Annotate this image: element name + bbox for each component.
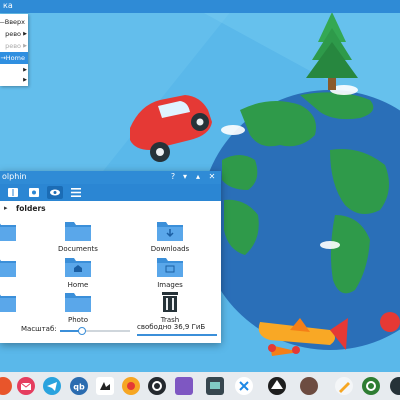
folder-label: Downloads [150,245,190,253]
folder-item[interactable] [0,255,33,291]
folder-item-photo[interactable]: Photo [48,290,108,326]
trash-icon [162,292,178,312]
breadcrumb: ▸ folders [0,202,221,216]
top-panel: ка [0,0,400,13]
folder-item-downloads[interactable]: Downloads [140,219,200,255]
zoom-label: Масштаб: [21,325,57,333]
folder-icon [0,259,16,277]
qbittorrent-icon[interactable]: qb [70,377,88,395]
inkscape-icon[interactable] [268,377,286,395]
folder-item-documents[interactable]: Documents [48,219,108,255]
submenu-arrow-icon: ▶ [23,77,27,83]
folder-item-images[interactable]: Images [140,255,200,291]
menu-item-tree[interactable]: рево ▶ [0,28,28,40]
split-icon [8,188,18,197]
window-titlebar[interactable]: olphin ? ▾ ▴ ✕ [0,171,221,184]
menu-item-label: —Вверх [0,18,25,26]
maximize-button[interactable]: ▴ [193,172,203,181]
folder-label: Home [67,281,89,289]
folder-documents-icon [65,222,91,241]
folder-item[interactable] [0,290,33,326]
folder-icon [65,293,91,312]
firefox-icon[interactable] [0,377,12,395]
folder-label: Images [157,281,183,289]
settings-icon[interactable] [362,377,380,395]
help-button[interactable]: ? [168,172,178,181]
menu-item-label: →Home [0,54,25,62]
free-space-text: свободно 36,9 ГиБ [137,323,206,331]
folder-item[interactable] [0,219,33,255]
kdeconnect-icon[interactable] [235,377,253,395]
github-icon[interactable] [148,377,166,395]
taskbar: qb [0,372,400,400]
status-bar: Масштаб: свободно 36,9 ГиБ [0,322,221,340]
folder-images-icon [157,258,183,277]
close-button[interactable]: ✕ [207,172,217,181]
menu-button[interactable] [68,186,84,199]
zoom-slider-handle[interactable] [78,327,87,335]
menu-item-label: рево [5,42,21,50]
chevron-right-icon[interactable]: ▸ [4,204,8,212]
menu-item-label: рево [5,30,21,38]
submenu-arrow-icon: ▶ [23,31,27,37]
folder-icon [0,294,16,312]
submenu-arrow-icon: ▶ [23,43,27,49]
folder-icon [0,223,16,241]
top-panel-title: ка [3,1,13,10]
free-space-bar [137,334,217,336]
hamburger-icon [71,188,81,197]
system-monitor-icon[interactable] [206,377,224,395]
free-space-indicator: свободно 36,9 ГиБ [137,323,217,336]
image-icon [29,188,39,197]
file-manager-window: olphin ? ▾ ▴ ✕ ▸ folders Documents Downl… [0,171,221,343]
split-view-button[interactable] [5,186,21,199]
mail-icon[interactable] [17,377,35,395]
trash-item[interactable]: Trash [140,290,200,326]
menu-item-up[interactable]: —Вверх [0,16,28,28]
telegram-icon[interactable] [43,377,61,395]
folder-downloads-icon [157,222,183,241]
folder-label: Documents [58,245,98,253]
menu-item-6[interactable]: ▶ [0,74,28,86]
gimp-icon[interactable] [300,377,318,395]
breadcrumb-current[interactable]: folders [16,204,46,213]
menu-item-tree-disabled: рево ▶ [0,40,28,52]
photo-viewer-icon[interactable] [96,377,114,395]
menu-item-home[interactable]: →Home [0,52,28,64]
svg-text:qb: qb [73,383,85,392]
window-title: olphin [2,172,27,181]
context-menu: —Вверх рево ▶ рево ▶ →Home ▶ ▶ [0,14,28,86]
image-editor-icon[interactable] [175,377,193,395]
show-hidden-button[interactable] [47,186,63,199]
minimize-button[interactable]: ▾ [180,172,190,181]
preview-button[interactable] [26,186,42,199]
dark-icon[interactable] [390,377,400,395]
record-icon[interactable] [122,377,140,395]
zoom-slider[interactable] [60,327,130,335]
folder-home-icon [65,258,91,277]
folder-item-home[interactable]: Home [48,255,108,291]
eye-icon [50,189,60,196]
toolbar [0,184,221,201]
pen-icon[interactable] [335,377,353,395]
